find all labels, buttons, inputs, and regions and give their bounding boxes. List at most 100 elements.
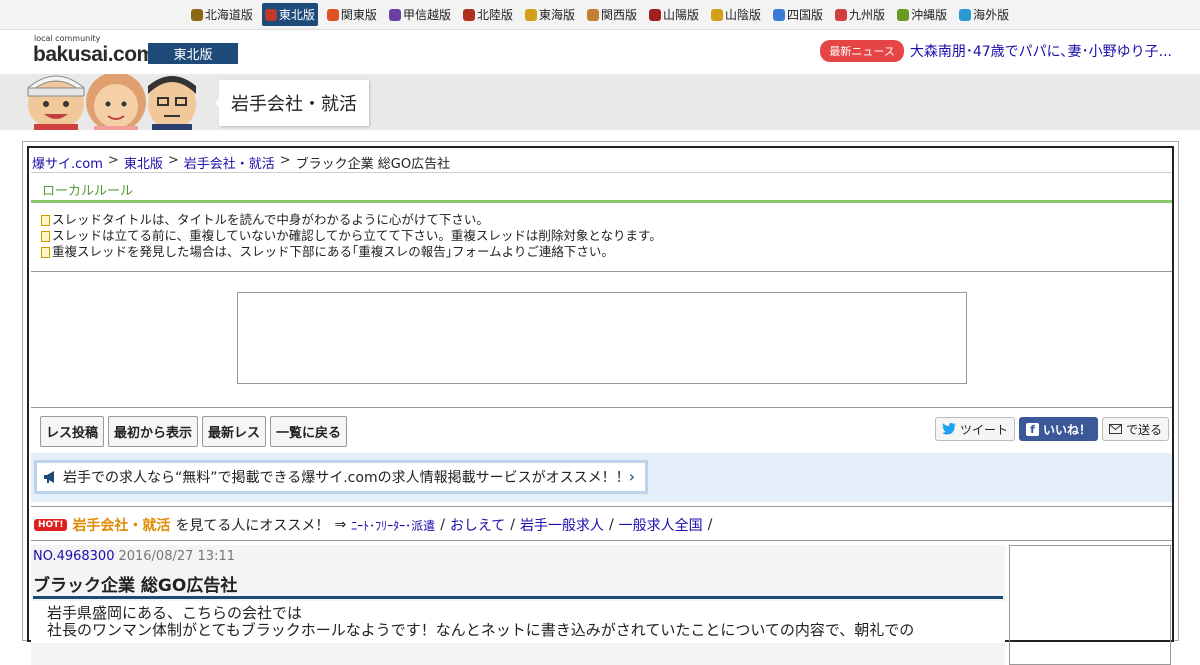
site-logo[interactable]: bakusai.com <box>33 43 155 67</box>
post-number[interactable]: NO.4968300 <box>33 549 114 564</box>
rule-text: スレッドは立てる前に、重複していないか確認してから立てて下さい。重複スレッドは削… <box>52 228 662 243</box>
recommend-text: を見てる人にオススメ！ <box>175 518 330 534</box>
latest-news: 最新ニュース 大森南朋･47歳でパパに､妻･小野ゆり子... <box>820 40 1172 62</box>
divider <box>31 271 1172 272</box>
job-promo-banner[interactable]: 岩手での求人なら“無料”で掲載できる爆サイ.comの求人情報掲載サービスがオスス… <box>34 460 648 494</box>
recommend-link[interactable]: 一般求人全国 <box>619 515 703 535</box>
region-label: 山陽版 <box>663 8 700 22</box>
send-button[interactable]: で送る <box>1101 417 1169 441</box>
region-link[interactable]: 関東版 <box>324 3 380 26</box>
category-title: 岩手会社・就活 <box>215 80 369 126</box>
post-date: 2016/08/27 13:11 <box>118 549 235 564</box>
region-label: 沖縄版 <box>911 8 948 22</box>
megaphone-icon <box>44 471 54 483</box>
region-label: 関東版 <box>340 8 377 22</box>
tohoku-icon <box>264 8 277 21</box>
breadcrumb-home[interactable]: 爆サイ.com <box>32 153 103 172</box>
back-to-list-button[interactable]: 一覧に戻る <box>270 416 348 447</box>
post-body-line: 岩手県盛岡にある、こちらの会社では <box>47 604 303 622</box>
memo-icon <box>41 246 50 258</box>
region-label: 北海道版 <box>204 8 253 22</box>
post-title: ブラック企業 総GO広告社 <box>33 576 238 596</box>
rule-item: 重複スレッドを発見した場合は、スレッド下部にある｢重複スレの報告｣フォームよりご… <box>41 244 662 260</box>
breadcrumb-separator: > <box>107 153 119 168</box>
rule-item: スレッドは立てる前に、重複していないか確認してから立てて下さい。重複スレッドは削… <box>41 228 662 244</box>
edition-badge[interactable]: 東北版 <box>148 43 238 64</box>
share-buttons: ツイート f いいね！ で送る <box>934 417 1169 441</box>
tweet-label: ツイート <box>959 422 1008 437</box>
local-rule-list: スレッドタイトルは、タイトルを読んで中身がわかるように心がけて下さい。 スレッド… <box>41 212 662 260</box>
breadcrumb-current: ブラック企業 総GO広告社 <box>295 157 451 172</box>
udon-icon <box>773 8 786 21</box>
side-ad-placeholder[interactable] <box>1009 545 1171 665</box>
region-link[interactable]: 沖縄版 <box>894 3 950 26</box>
grape-icon <box>388 8 401 21</box>
region-link[interactable]: 関西版 <box>584 3 640 26</box>
show-from-start-button[interactable]: 最初から表示 <box>108 416 199 447</box>
breadcrumb-separator: > <box>167 153 179 168</box>
region-link[interactable]: 東北版 <box>261 3 318 26</box>
breadcrumb: 爆サイ.com > 東北版 > 岩手会社・就活 > ブラック企業 総GO広告社 <box>32 153 450 172</box>
latest-replies-button[interactable]: 最新レス <box>202 416 267 447</box>
send-label: で送る <box>1125 422 1162 437</box>
region-label: 東北版 <box>278 8 315 22</box>
post-reply-button[interactable]: レス投稿 <box>40 416 105 447</box>
recommend-link[interactable]: 岩手一般求人 <box>520 515 604 535</box>
region-nav: 北海道版 東北版 関東版 甲信越版 北陸版 東海版 関西版 山陽版 山陰版 四国版 九州版 沖縄版 海外… <box>0 0 1200 30</box>
region-link[interactable]: 山陰版 <box>708 3 764 26</box>
facebook-like-button[interactable]: f いいね！ <box>1018 417 1098 441</box>
castle-icon <box>649 8 661 21</box>
region-link[interactable]: 北陸版 <box>460 3 516 26</box>
ad-placeholder[interactable] <box>237 292 967 384</box>
divider <box>31 540 1172 541</box>
region-label: 甲信越版 <box>402 8 451 22</box>
memo-icon <box>41 214 50 226</box>
mail-icon <box>1108 424 1122 434</box>
breadcrumb-category[interactable]: 岩手会社・就活 <box>184 153 275 172</box>
region-link[interactable]: 東海版 <box>522 3 578 26</box>
region-label: 山陰版 <box>725 8 762 22</box>
kanto-tower-icon <box>326 8 339 21</box>
region-link[interactable]: 北海道版 <box>188 3 256 26</box>
divider <box>33 596 1003 599</box>
recommendations: HOT! 岩手会社・就活 を見てる人にオススメ！ ⇒ ﾆｰﾄ･ﾌﾘｰﾀｰ･派遣 … <box>34 515 712 535</box>
recommend-link[interactable]: おしえて <box>450 515 505 535</box>
crab-icon <box>711 8 724 21</box>
chevron-right-icon: › <box>628 467 635 486</box>
divider <box>31 407 1172 408</box>
recommend-link[interactable]: ﾆｰﾄ･ﾌﾘｰﾀｰ･派遣 <box>351 517 435 534</box>
post-body: 岩手県盛岡にある、こちらの会社では 社長のワンマン体制がとてもブラックホールなよ… <box>31 601 1005 643</box>
local-rule-title: ローカルルール <box>42 184 134 199</box>
takoyaki-icon <box>586 8 599 21</box>
region-label: 九州版 <box>849 8 886 22</box>
thread-post: NO.4968300 2016/08/27 13:11 ブラック企業 総GO広告社… <box>31 545 1005 665</box>
breadcrumb-edition[interactable]: 東北版 <box>124 153 163 172</box>
rule-text: 重複スレッドを発見した場合は、スレッド下部にある｢重複スレの報告｣フォームよりご… <box>52 244 614 259</box>
post-meta: NO.4968300 2016/08/27 13:11 <box>33 549 235 564</box>
region-link[interactable]: 海外版 <box>956 3 1012 26</box>
separator: / <box>440 517 445 533</box>
separator: / <box>510 517 515 533</box>
promo-text: 岩手での求人なら“無料”で掲載できる爆サイ.comの求人情報掲載サービスがオスス… <box>63 470 630 486</box>
region-link[interactable]: 九州版 <box>832 3 888 26</box>
rule-item: スレッドタイトルは、タイトルを読んで中身がわかるように心がけて下さい。 <box>41 212 662 228</box>
region-link[interactable]: 四国版 <box>770 3 826 26</box>
region-link[interactable]: 甲信越版 <box>386 3 454 26</box>
region-label: 海外版 <box>973 8 1010 22</box>
shachihoko-icon <box>524 8 537 21</box>
recommend-category-link[interactable]: 岩手会社・就活 <box>72 515 170 535</box>
region-label: 東海版 <box>538 8 575 22</box>
mentaiko-icon <box>835 8 848 21</box>
logo-tagline: local community <box>34 34 101 43</box>
region-link[interactable]: 山陽版 <box>646 3 702 26</box>
tweet-button[interactable]: ツイート <box>934 417 1015 441</box>
site-header: local community bakusai.com 東北版 最新ニュース 大… <box>0 30 1200 74</box>
news-headline-link[interactable]: 大森南朋･47歳でパパに､妻･小野ゆり子... <box>910 41 1172 61</box>
divider <box>31 506 1172 507</box>
region-label: 北陸版 <box>476 8 513 22</box>
shisa-icon <box>897 8 910 21</box>
rule-text: スレッドタイトルは、タイトルを読んで中身がわかるように心がけて下さい。 <box>52 212 489 227</box>
memo-icon <box>41 230 50 242</box>
category-banner: 岩手会社・就活 <box>0 74 1200 130</box>
promo-strip: 岩手での求人なら“無料”で掲載できる爆サイ.comの求人情報掲載サービスがオスス… <box>31 453 1172 502</box>
